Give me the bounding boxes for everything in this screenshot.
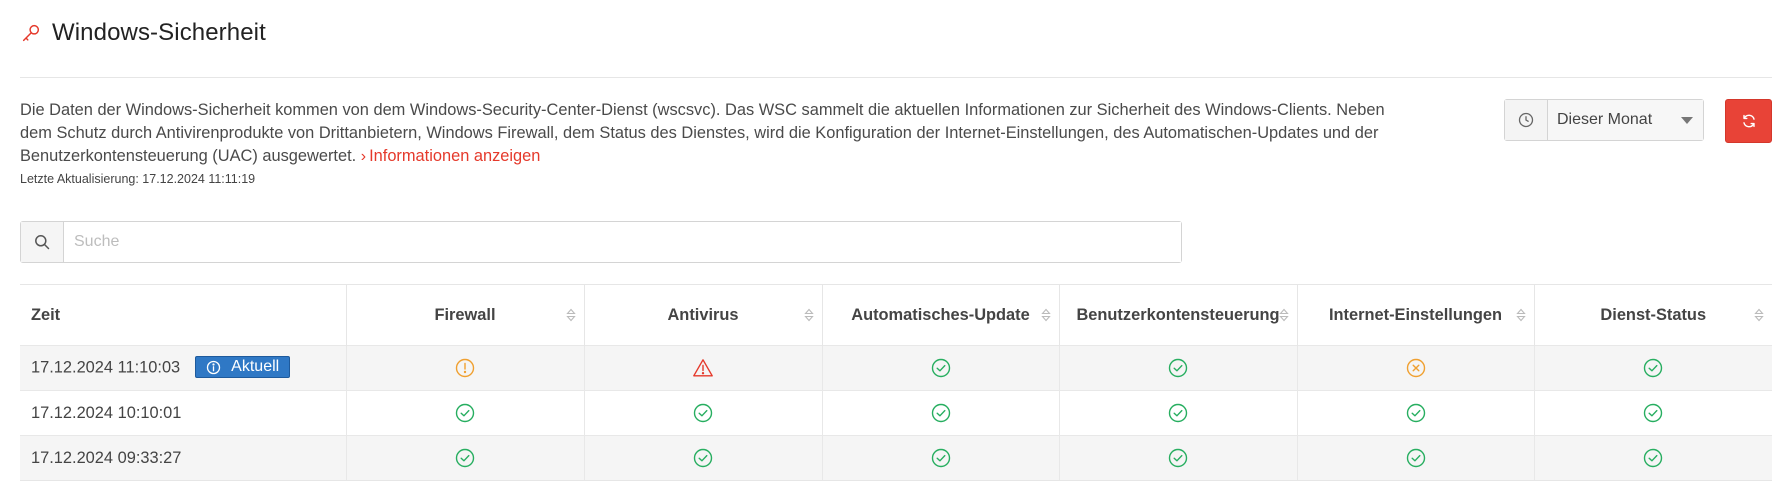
check-circle-icon [1406, 403, 1425, 423]
status-cell-antivirus [584, 345, 823, 391]
table-row: 17.12.2024 09:33:27 [20, 435, 1772, 481]
period-selector[interactable]: Dieser Monat [1504, 99, 1704, 141]
description-text: Die Daten der Windows-Sicherheit kommen … [20, 101, 1385, 165]
column-header-label: Automatisches-Update [851, 305, 1030, 324]
column-header-zeit[interactable]: Zeit [20, 284, 347, 346]
status-cell-internet-einstellungen [1297, 435, 1535, 481]
status-cell-automatisches-update [822, 345, 1060, 391]
column-header-label: Firewall [434, 305, 496, 324]
table-header-row: Zeit Firewall Antivirus Automatisches-Updat… [20, 284, 1772, 346]
sort-icon[interactable] [1278, 307, 1289, 323]
key-icon [22, 24, 40, 42]
column-header-internet-einstellungen[interactable]: Internet-Einstellungen [1297, 284, 1535, 346]
chevron-right-icon: › [360, 148, 367, 165]
check-circle-icon [1644, 358, 1663, 378]
period-select-value: Dieser Monat [1557, 111, 1653, 128]
status-cell-benutzerkontensteuerung [1059, 390, 1298, 436]
check-circle-icon [931, 448, 950, 468]
status-cell-firewall [346, 345, 585, 391]
time-value: 17.12.2024 10:10:01 [31, 403, 182, 422]
status-cell-automatisches-update [822, 435, 1060, 481]
column-header-dienst-status[interactable]: Dienst-Status [1534, 285, 1772, 346]
status-cell-dienst-status [1534, 435, 1772, 481]
sort-icon[interactable] [1515, 307, 1526, 323]
info-icon [207, 360, 221, 374]
time-value: 17.12.2024 09:33:27 [31, 448, 182, 467]
time-value: 17.12.2024 11:10:03 [31, 358, 181, 377]
status-cell-internet-einstellungen [1297, 345, 1535, 391]
column-header-automatisches-update[interactable]: Automatisches-Update [822, 284, 1060, 346]
alert-triangle-icon [693, 359, 713, 377]
column-header-label: Internet-Einstellungen [1328, 305, 1503, 324]
header-divider [20, 77, 1772, 78]
column-header-label: Antivirus [667, 305, 739, 324]
time-cell: 17.12.2024 11:10:03 Aktuell [20, 345, 347, 391]
check-circle-icon [1168, 448, 1188, 468]
check-circle-icon [455, 448, 475, 468]
column-header-label: Dienst-Status [1600, 305, 1707, 324]
column-header-antivirus[interactable]: Antivirus [584, 284, 823, 346]
status-cell-automatisches-update [822, 390, 1060, 436]
page-header: Windows-Sicherheit [20, 18, 266, 48]
current-badge: Aktuell [195, 356, 291, 378]
check-circle-icon [931, 403, 950, 423]
description: Die Daten der Windows-Sicherheit kommen … [20, 99, 1410, 168]
caret-down-icon [1681, 116, 1693, 124]
page-title: Windows-Sicherheit [52, 19, 266, 46]
time-cell: 17.12.2024 10:10:01 [20, 390, 347, 436]
period-select[interactable]: Dieser Monat [1548, 100, 1703, 140]
refresh-button[interactable] [1725, 99, 1772, 143]
sort-icon[interactable] [565, 307, 576, 323]
show-info-link-label: Informationen anzeigen [369, 147, 541, 165]
status-cell-benutzerkontensteuerung [1059, 345, 1298, 391]
last-update-text: Letzte Aktualisierung: 17.12.2024 11:11:… [20, 172, 256, 186]
sort-icon[interactable] [803, 307, 814, 323]
search-box [20, 221, 1182, 263]
table-row: 17.12.2024 10:10:01 [20, 390, 1772, 436]
column-header-label: Zeit [31, 305, 61, 324]
check-circle-icon [1168, 358, 1188, 378]
security-table: Zeit Firewall Antivirus Automatisches-Updat… [20, 284, 1772, 481]
column-header-benutzerkontensteuerung[interactable]: Benutzerkontensteuerung [1059, 284, 1298, 346]
status-cell-firewall [346, 435, 585, 481]
check-circle-icon [931, 358, 950, 378]
status-cell-internet-einstellungen [1297, 390, 1535, 436]
status-cell-antivirus [584, 435, 823, 481]
table-row: 17.12.2024 11:10:03 Aktuell [20, 345, 1772, 391]
sort-icon[interactable] [1040, 307, 1051, 323]
status-cell-dienst-status [1534, 390, 1772, 436]
column-header-label: Benutzerkontensteuerung [1076, 305, 1280, 324]
status-cell-firewall [346, 390, 585, 436]
time-cell: 17.12.2024 09:33:27 [20, 435, 347, 481]
status-cell-antivirus [584, 390, 823, 436]
warning-circle-icon [455, 358, 475, 378]
search-icon [21, 222, 64, 262]
column-header-firewall[interactable]: Firewall [346, 284, 585, 346]
show-info-link[interactable]: › Informationen anzeigen [361, 147, 541, 165]
clock-icon [1505, 100, 1548, 140]
check-circle-icon [693, 403, 713, 423]
refresh-icon [1742, 114, 1755, 128]
check-circle-icon [1644, 403, 1663, 423]
status-cell-benutzerkontensteuerung [1059, 435, 1298, 481]
check-circle-icon [1644, 448, 1663, 468]
sort-icon[interactable] [1754, 307, 1764, 323]
check-circle-icon [693, 448, 713, 468]
current-badge-label: Aktuell [231, 358, 280, 375]
status-cell-dienst-status [1534, 345, 1772, 391]
search-input[interactable] [64, 222, 1181, 262]
check-circle-icon [1406, 448, 1425, 468]
check-circle-icon [455, 403, 475, 423]
table-body: 17.12.2024 11:10:03 Aktuell 17.12.2024 10:… [20, 345, 1772, 481]
check-circle-icon [1168, 403, 1188, 423]
x-circle-icon [1406, 358, 1425, 378]
